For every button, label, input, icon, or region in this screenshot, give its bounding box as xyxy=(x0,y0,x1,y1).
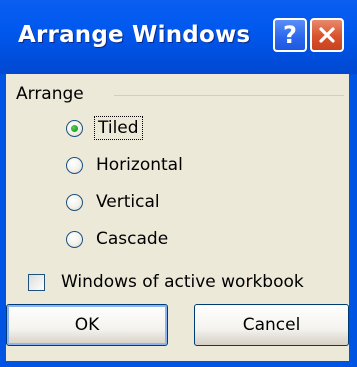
active-workbook-label: Windows of active workbook xyxy=(61,272,304,292)
active-workbook-checkbox[interactable] xyxy=(28,273,45,291)
ok-button[interactable]: OK xyxy=(6,304,168,346)
arrange-group-label: Arrange xyxy=(16,84,84,104)
dialog-body: Arrange Tiled Horizontal Vertical Cascad… xyxy=(6,74,349,361)
help-icon: ? xyxy=(283,21,297,49)
radio-option-vertical[interactable]: Vertical xyxy=(66,190,160,214)
window-title: Arrange Windows xyxy=(18,22,251,48)
title-bar[interactable]: Arrange Windows ? xyxy=(0,0,357,74)
radio-option-horizontal[interactable]: Horizontal xyxy=(66,153,183,177)
close-icon xyxy=(317,25,337,45)
radio-option-tiled[interactable]: Tiled xyxy=(66,116,143,140)
radio-cascade[interactable] xyxy=(66,230,83,248)
radio-vertical[interactable] xyxy=(66,193,83,211)
help-button[interactable]: ? xyxy=(273,18,307,52)
radio-label-tiled: Tiled xyxy=(94,116,143,140)
close-button[interactable] xyxy=(310,18,344,52)
arrange-windows-dialog: Arrange Windows ? Arrange Tiled Horizont… xyxy=(0,0,357,367)
radio-label-cascade: Cascade xyxy=(96,229,169,249)
radio-option-cascade[interactable]: Cascade xyxy=(66,227,168,251)
cancel-button[interactable]: Cancel xyxy=(194,304,349,346)
radio-label-horizontal: Horizontal xyxy=(96,155,183,175)
radio-horizontal[interactable] xyxy=(66,156,83,174)
active-workbook-option[interactable]: Windows of active workbook xyxy=(28,270,304,294)
radio-label-vertical: Vertical xyxy=(96,192,160,212)
radio-tiled[interactable] xyxy=(66,119,83,137)
group-divider xyxy=(114,95,344,96)
